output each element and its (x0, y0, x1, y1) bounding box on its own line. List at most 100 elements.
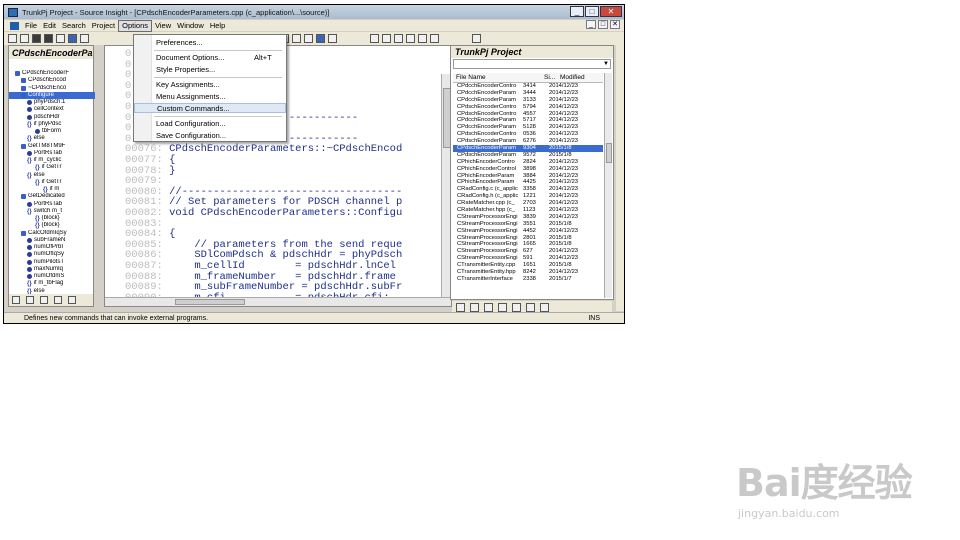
copy-icon[interactable] (80, 34, 89, 43)
menu-key-assignments[interactable]: Key Assignments... (134, 80, 286, 90)
symbol-list-icon[interactable] (470, 302, 479, 312)
menu-save-configuration[interactable]: Save Configuration... (134, 131, 286, 141)
close-button[interactable]: ✕ (600, 6, 622, 17)
symbol-item[interactable]: cellContext (9, 106, 95, 113)
sort-icon[interactable] (12, 296, 20, 304)
column-size[interactable]: Si... (541, 73, 557, 82)
menu-load-configuration[interactable]: Load Configuration... (134, 119, 286, 129)
sync-icon[interactable] (328, 34, 338, 43)
list-icon[interactable] (26, 296, 34, 304)
project-file-row[interactable]: CPdschEncoderContro 0536 2014/12/23 (453, 131, 603, 138)
symbol-item[interactable]: numPilotsT (9, 259, 95, 266)
project-file-row[interactable]: CPdcchEncoderContro 3414 2014/12/23 (453, 83, 603, 90)
project-file-row[interactable]: CStreamProcessorEngi 1665 2015/1/8 (453, 241, 603, 248)
project-scrollbar[interactable] (604, 73, 612, 298)
symbol-item[interactable]: CPdschEncoderF (9, 70, 95, 77)
menu-view[interactable]: View (152, 21, 174, 31)
project-file-row[interactable]: CPdcchEncoderParam 5128 2014/12/23 (453, 124, 603, 131)
menu-custom-commands[interactable]: Custom Commands... (134, 103, 286, 113)
view-icon[interactable] (54, 296, 62, 304)
column-modified[interactable]: Modified (557, 73, 603, 82)
doc-restore-button[interactable]: □ (598, 20, 608, 29)
menu-window[interactable]: Window (174, 21, 207, 31)
menu-project[interactable]: Project (89, 21, 118, 31)
symbol-item[interactable]: numOfdmS (9, 273, 95, 280)
menu-style-properties[interactable]: Style Properties... (134, 65, 286, 75)
project-file-row[interactable]: CTransmitterInterface 2338 2015/1/7 (453, 276, 603, 283)
project-file-row[interactable]: CPdschEncoderParam 6276 2014/12/23 (453, 138, 603, 145)
symbol-item[interactable]: pdschHdr (9, 114, 95, 121)
menu-help[interactable]: Help (207, 21, 228, 31)
menu-search[interactable]: Search (59, 21, 89, 31)
menu-file[interactable]: File (22, 21, 40, 31)
symbol-item[interactable]: numOfPrbI (9, 244, 95, 251)
project-file-row[interactable]: CRateMatcher.hpp (c_ 1123 2014/12/23 (453, 207, 603, 214)
project-file-row[interactable]: CPdschEncoderParam 9304 2015/1/8 (453, 145, 603, 152)
search-icon[interactable] (292, 34, 302, 43)
project-file-row[interactable]: CPdschEncoderContro 5794 2014/12/23 (453, 104, 603, 111)
symbol-item[interactable]: CPdschEncod (9, 77, 95, 84)
project-file-row[interactable]: CPdschEncoderParam 9572 2015/1/8 (453, 152, 603, 159)
symbol-item[interactable]: GetDedicated (9, 193, 95, 200)
project-file-row[interactable]: CPhichEncoderContro 2824 2014/12/23 (453, 159, 603, 166)
project-file-row[interactable]: CPdschEncoderContro 4557 2014/12/23 (453, 111, 603, 118)
layout3-icon[interactable] (394, 34, 404, 43)
menu-edit[interactable]: Edit (40, 21, 59, 31)
symbol-item[interactable]: Configure (9, 91, 95, 99)
chevron-down-icon[interactable]: ▼ (603, 61, 609, 67)
project-file-row[interactable]: CTransmitterEntity.hpp 8242 2014/12/23 (453, 269, 603, 276)
symbol-item[interactable]: PortRsTab (9, 150, 95, 157)
project-file-row[interactable]: CStreamProcessorEngi 4452 2014/12/23 (453, 228, 603, 235)
layout4-icon[interactable] (406, 34, 416, 43)
refresh-icon[interactable] (512, 302, 521, 312)
project-file-row[interactable]: CPdcchEncoderParam 3444 2014/12/23 (453, 90, 603, 97)
project-file-row[interactable]: CPhichEncoderParam 3884 2014/12/23 (453, 173, 603, 180)
project-file-row[interactable]: CStreamProcessorEngi 3839 2014/12/23 (453, 214, 603, 221)
layout1-icon[interactable] (370, 34, 380, 43)
symbol-item[interactable]: {} if m_tbFlag (9, 280, 95, 287)
gear-icon[interactable] (540, 302, 549, 312)
symbol-item[interactable]: {} else (9, 172, 95, 179)
project-file-row[interactable]: CPhichEncoderControl 3898 2014/12/23 (453, 166, 603, 173)
symbol-item[interactable]: numOfIqSy (9, 251, 95, 258)
symbol-item[interactable]: PortRsTab (9, 201, 95, 208)
tree-icon[interactable] (40, 296, 48, 304)
maximize-button[interactable]: □ (585, 6, 599, 17)
file-list-icon[interactable] (456, 302, 465, 312)
open-file-icon[interactable] (20, 34, 29, 43)
minimize-button[interactable]: _ (570, 6, 584, 17)
document-icon[interactable] (10, 21, 19, 30)
symbol-item[interactable]: {} else (9, 135, 95, 142)
symbol-item[interactable]: tbForm (9, 128, 95, 135)
project-file-row[interactable]: CTransmitterEntity.cpp 1651 2015/1/8 (453, 262, 603, 269)
layout5-icon[interactable] (418, 34, 428, 43)
cut-icon[interactable] (68, 34, 77, 43)
project-file-row[interactable]: CStreamProcessorEngi 627 2014/12/23 (453, 248, 603, 255)
project-file-row[interactable]: CRateMatcher.cpp (c_ 2703 2014/12/23 (453, 200, 603, 207)
symbol-item[interactable]: CalcOfdmIqSy (9, 230, 95, 237)
symbol-item[interactable]: phyPdsch:1 (9, 99, 95, 106)
symbol-item[interactable]: {} if GetTr (9, 179, 95, 186)
link-icon[interactable] (526, 302, 535, 312)
layout2-icon[interactable] (382, 34, 392, 43)
symbol-item[interactable]: GetTM8TM9F (9, 143, 95, 150)
lookup-icon[interactable] (316, 34, 326, 43)
symbol-item[interactable]: {} {block} (9, 215, 95, 222)
folder-icon[interactable] (484, 302, 493, 312)
project-file-row[interactable]: CPdcchEncoderParam 3133 2014/12/23 (453, 97, 603, 104)
project-icon[interactable] (472, 34, 482, 43)
symbol-item[interactable]: {} {block} (9, 222, 95, 229)
project-file-row[interactable]: CStreamProcessorEngi 591 2014/12/23 (453, 255, 603, 262)
replace-icon[interactable] (304, 34, 314, 43)
symbol-item[interactable]: {} if m_cyclic (9, 157, 95, 164)
editor-horizontal-scrollbar[interactable] (105, 297, 451, 306)
menu-menu-assignments[interactable]: Menu Assignments... (134, 92, 286, 102)
menu-preferences[interactable]: Preferences... (134, 38, 286, 48)
project-file-row[interactable]: CPhichEncoderParam 4425 2014/12/23 (453, 179, 603, 186)
project-file-row[interactable]: CPdcchEncoderParam 5717 2014/12/23 (453, 117, 603, 124)
symbol-item[interactable]: {} if m (9, 186, 95, 193)
new-file-icon[interactable] (8, 34, 17, 43)
symbol-item[interactable]: ~CPdschEnco (9, 85, 95, 92)
grid-icon[interactable] (498, 302, 507, 312)
project-file-row[interactable]: CRadConfig.h (c_applic 1221 2014/12/23 (453, 193, 603, 200)
